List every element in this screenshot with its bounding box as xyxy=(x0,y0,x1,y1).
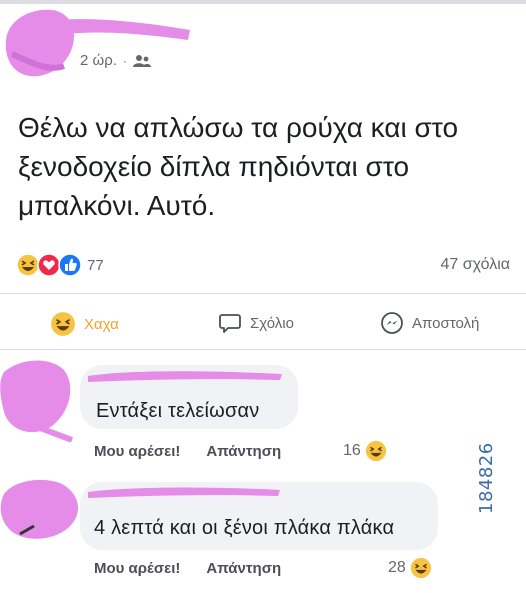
haha-icon xyxy=(51,312,75,336)
comment-reaction-count: 16 xyxy=(343,442,361,459)
divider xyxy=(0,293,526,294)
meta-separator: · xyxy=(122,53,127,68)
send-button[interactable]: Αποστολή xyxy=(380,311,479,335)
comment-label: Σχόλιο xyxy=(250,314,294,332)
comment-reaction-summary[interactable]: 16 xyxy=(343,440,387,462)
comment-like-button[interactable]: Μου αρέσει! xyxy=(94,560,180,577)
redacted-commenter-name xyxy=(88,487,280,498)
haha-reaction-icon xyxy=(410,557,431,579)
comment-like-button[interactable]: Μου αρέσει! xyxy=(94,443,180,460)
comment-icon xyxy=(219,314,241,333)
like-reaction-icon xyxy=(58,253,82,277)
haha-label: Χαχα xyxy=(84,315,119,333)
comment-text: 4 λεπτά και οι ξένοι πλάκα πλάκα xyxy=(94,517,395,539)
reaction-count: 77 xyxy=(87,256,104,274)
haha-reaction-icon xyxy=(365,440,386,462)
redacted-author xyxy=(5,9,190,77)
haha-button[interactable]: Χαχα xyxy=(50,311,119,337)
post-text: Θέλω να απλώσω τα ρούχα και στο ξενοδοχε… xyxy=(18,112,459,221)
post-time[interactable]: 2 ώρ. xyxy=(80,52,117,69)
comments-count-link[interactable]: 47 σχόλια xyxy=(441,256,510,274)
comment-reply-button[interactable]: Απάντηση xyxy=(206,560,281,577)
watermark-id: 184826 xyxy=(476,442,497,514)
comment-text: Εντάξει τελείωσαν xyxy=(96,400,260,422)
redacted-commenter-name xyxy=(88,371,282,382)
redacted-avatar xyxy=(0,479,79,539)
comment-actions: Μου αρέσει! Απάντηση xyxy=(94,443,281,460)
reaction-summary[interactable]: 77 xyxy=(16,253,104,277)
messenger-icon xyxy=(381,312,403,334)
friends-icon xyxy=(132,54,151,68)
send-label: Αποστολή xyxy=(412,314,480,332)
comment-reaction-count: 28 xyxy=(388,559,406,576)
comment-button[interactable]: Σχόλιο xyxy=(218,311,294,335)
comment-reaction-summary[interactable]: 28 xyxy=(388,557,432,579)
comment-reply-button[interactable]: Απάντηση xyxy=(206,443,281,460)
redacted-avatar xyxy=(0,360,74,442)
divider xyxy=(0,349,526,350)
comment-actions: Μου αρέσει! Απάντηση xyxy=(94,560,281,577)
post-meta: 2 ώρ. · xyxy=(80,52,151,69)
